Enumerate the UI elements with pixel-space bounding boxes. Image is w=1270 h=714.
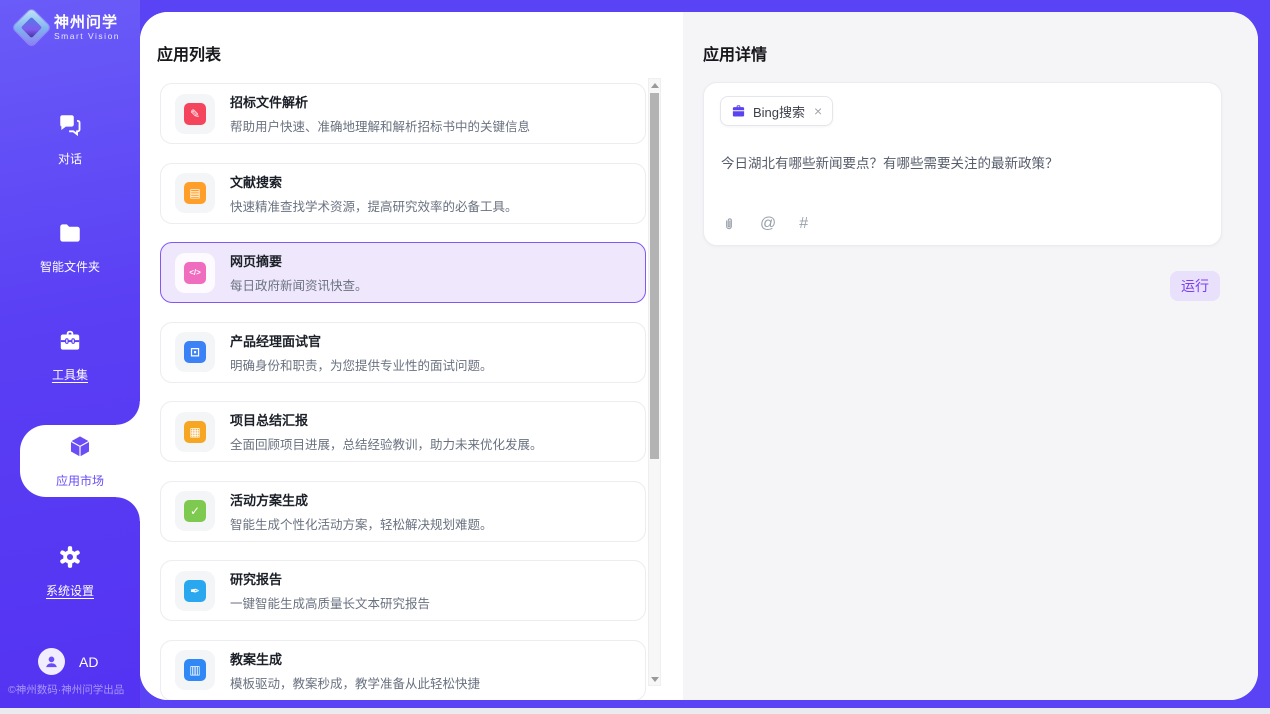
prompt-card: Bing搜索 × 今日湖北有哪些新闻要点？有哪些需要关注的最新政策？ @ # xyxy=(703,82,1222,246)
books-icon: ▥ xyxy=(184,659,206,681)
sidebar-item-label: 应用市场 xyxy=(56,472,104,489)
pen-edit-icon: ✎ xyxy=(184,103,206,125)
app-card-description: 每日政府新闻资讯快查。 xyxy=(230,275,368,294)
app-card[interactable]: ▤ 文献搜索快速精准查找学术资源，提高研究效率的必备工具。 xyxy=(160,163,646,224)
app-card-title: 文献搜索 xyxy=(230,172,518,191)
app-icon-box: ▥ xyxy=(175,650,215,690)
user-row[interactable]: AD xyxy=(38,648,98,675)
app-detail-panel: 应用详情 Bing搜索 × 今日湖北有哪些新闻要点？有哪些需要关注的最新政策？ … xyxy=(683,12,1258,700)
app-icon-box: ⊡ xyxy=(175,332,215,372)
app-card-texts: 活动方案生成智能生成个性化活动方案，轻松解决规划难题。 xyxy=(230,490,493,533)
interview-doc-icon: ⊡ xyxy=(184,341,206,363)
sidebar-item-label: 系统设置 xyxy=(46,582,94,599)
hash-icon[interactable]: # xyxy=(799,216,808,232)
paperclip-icon[interactable] xyxy=(721,216,737,232)
app-icon-box: </> xyxy=(175,253,215,293)
app-card-title: 教案生成 xyxy=(230,649,480,668)
tool-tag-label: Bing搜索 xyxy=(753,102,805,121)
folder-icon xyxy=(57,220,83,251)
briefcase-icon xyxy=(731,104,746,119)
report-note-icon: ▦ xyxy=(184,421,206,443)
sidebar-item-system-settings[interactable]: 系统设置 xyxy=(0,535,140,607)
app-icon-box: ✓ xyxy=(175,491,215,531)
app-card-texts: 研究报告一键智能生成高质量长文本研究报告 xyxy=(230,569,430,612)
sidebar-item-app-market[interactable]: 应用市场 xyxy=(20,425,140,497)
sidebar-item-label: 对话 xyxy=(58,150,82,167)
app-card-description: 全面回顾项目进展，总结经验教训，助力未来优化发展。 xyxy=(230,434,543,453)
query-text[interactable]: 今日湖北有哪些新闻要点？有哪些需要关注的最新政策？ xyxy=(721,152,1205,172)
window-bottom-edge xyxy=(0,708,1270,714)
sidebar-item-smart-folder[interactable]: 智能文件夹 xyxy=(0,211,140,283)
scroll-down-button[interactable] xyxy=(649,673,660,685)
app-card-description: 一键智能生成高质量长文本研究报告 xyxy=(230,593,430,612)
app-card-texts: 产品经理面试官明确身份和职责，为您提供专业性的面试问题。 xyxy=(230,331,493,374)
close-icon[interactable]: × xyxy=(814,104,822,118)
sidebar-item-chat[interactable]: 对话 xyxy=(0,103,140,175)
tool-tag-bing-search[interactable]: Bing搜索 × xyxy=(720,96,833,126)
app-card-title: 研究报告 xyxy=(230,569,430,588)
app-card[interactable]: ▦ 项目总结汇报全面回顾项目进展，总结经验教训，助力未来优化发展。 xyxy=(160,401,646,462)
app-card-texts: 文献搜索快速精准查找学术资源，提高研究效率的必备工具。 xyxy=(230,172,518,215)
app-list-panel: 应用列表 ✎ 招标文件解析帮助用户快速、准确地理解和解析招标书中的关键信息 ▤ 文献搜… xyxy=(140,12,683,700)
avatar xyxy=(38,648,65,675)
book-icon: ▤ xyxy=(184,182,206,204)
app-card-texts: 网页摘要每日政府新闻资讯快查。 xyxy=(230,251,368,294)
run-button[interactable]: 运行 xyxy=(1170,271,1220,301)
app-card[interactable]: </> 网页摘要每日政府新闻资讯快查。 xyxy=(160,242,646,303)
cube-icon xyxy=(67,434,93,465)
scroll-up-button[interactable] xyxy=(649,79,660,91)
scrollbar-thumb[interactable] xyxy=(650,93,659,459)
triangle-down-icon xyxy=(651,677,659,682)
app-card[interactable]: ✒ 研究报告一键智能生成高质量长文本研究报告 xyxy=(160,560,646,621)
copyright-footer: ©神州数码·神州问学出品 xyxy=(8,682,124,697)
app-card-description: 智能生成个性化活动方案，轻松解决规划难题。 xyxy=(230,514,493,533)
brand-subtitle: Smart Vision xyxy=(54,31,120,41)
list-scrollbar[interactable] xyxy=(648,78,661,686)
app-card[interactable]: ⊡ 产品经理面试官明确身份和职责，为您提供专业性的面试问题。 xyxy=(160,322,646,383)
app-card-description: 帮助用户快速、准确地理解和解析招标书中的关键信息 xyxy=(230,116,530,135)
app-card[interactable]: ✓ 活动方案生成智能生成个性化活动方案，轻松解决规划难题。 xyxy=(160,481,646,542)
gear-icon xyxy=(57,544,83,575)
main-content: 应用列表 ✎ 招标文件解析帮助用户快速、准确地理解和解析招标书中的关键信息 ▤ 文献搜… xyxy=(140,12,1258,700)
sidebar-item-toolset[interactable]: 工具集 xyxy=(0,319,140,391)
app-card-description: 明确身份和职责，为您提供专业性的面试问题。 xyxy=(230,355,493,374)
brand-name: 神州问学 xyxy=(54,14,120,31)
app-card-description: 模板驱动，教案秒成，教学准备从此轻松快捷 xyxy=(230,673,480,692)
person-icon xyxy=(43,653,60,670)
app-card-texts: 教案生成模板驱动，教案秒成，教学准备从此轻松快捷 xyxy=(230,649,480,692)
app-card[interactable]: ✎ 招标文件解析帮助用户快速、准确地理解和解析招标书中的关键信息 xyxy=(160,83,646,144)
app-card-title: 项目总结汇报 xyxy=(230,410,543,429)
app-icon-box: ✎ xyxy=(175,94,215,134)
app-card-title: 招标文件解析 xyxy=(230,92,530,111)
web-code-icon: </> xyxy=(184,262,206,284)
app-card-title: 网页摘要 xyxy=(230,251,368,270)
logo-diamond-icon xyxy=(12,8,50,46)
app-card[interactable]: ▥ 教案生成模板驱动，教案秒成，教学准备从此轻松快捷 xyxy=(160,640,646,701)
input-toolbar: @ # xyxy=(721,216,808,232)
toolbox-icon xyxy=(57,328,83,359)
app-icon-box: ▦ xyxy=(175,412,215,452)
app-card-description: 快速精准查找学术资源，提高研究效率的必备工具。 xyxy=(230,196,518,215)
app-list: ✎ 招标文件解析帮助用户快速、准确地理解和解析招标书中的关键信息 ▤ 文献搜索快速精准… xyxy=(160,83,646,700)
app-icon-box: ✒ xyxy=(175,571,215,611)
app-card-texts: 招标文件解析帮助用户快速、准确地理解和解析招标书中的关键信息 xyxy=(230,92,530,135)
app-list-title: 应用列表 xyxy=(157,41,221,65)
user-name: AD xyxy=(79,654,98,670)
sidebar-item-label: 智能文件夹 xyxy=(40,258,100,275)
app-card-texts: 项目总结汇报全面回顾项目进展，总结经验教训，助力未来优化发展。 xyxy=(230,410,543,453)
sidebar-item-label: 工具集 xyxy=(52,366,88,383)
app-icon-box: ▤ xyxy=(175,173,215,213)
app-logo: 神州问学 Smart Vision xyxy=(18,14,120,41)
mention-icon[interactable]: @ xyxy=(760,216,776,232)
triangle-up-icon xyxy=(651,83,659,88)
app-card-title: 产品经理面试官 xyxy=(230,331,493,350)
app-card-title: 活动方案生成 xyxy=(230,490,493,509)
sidebar: 神州问学 Smart Vision 对话智能文件夹工具集应用市场系统设置 AD … xyxy=(0,0,140,708)
chat-bubble-icon xyxy=(57,112,83,143)
app-detail-title: 应用详情 xyxy=(703,41,767,65)
clipboard-check-icon: ✓ xyxy=(184,500,206,522)
research-pen-icon: ✒ xyxy=(184,580,206,602)
